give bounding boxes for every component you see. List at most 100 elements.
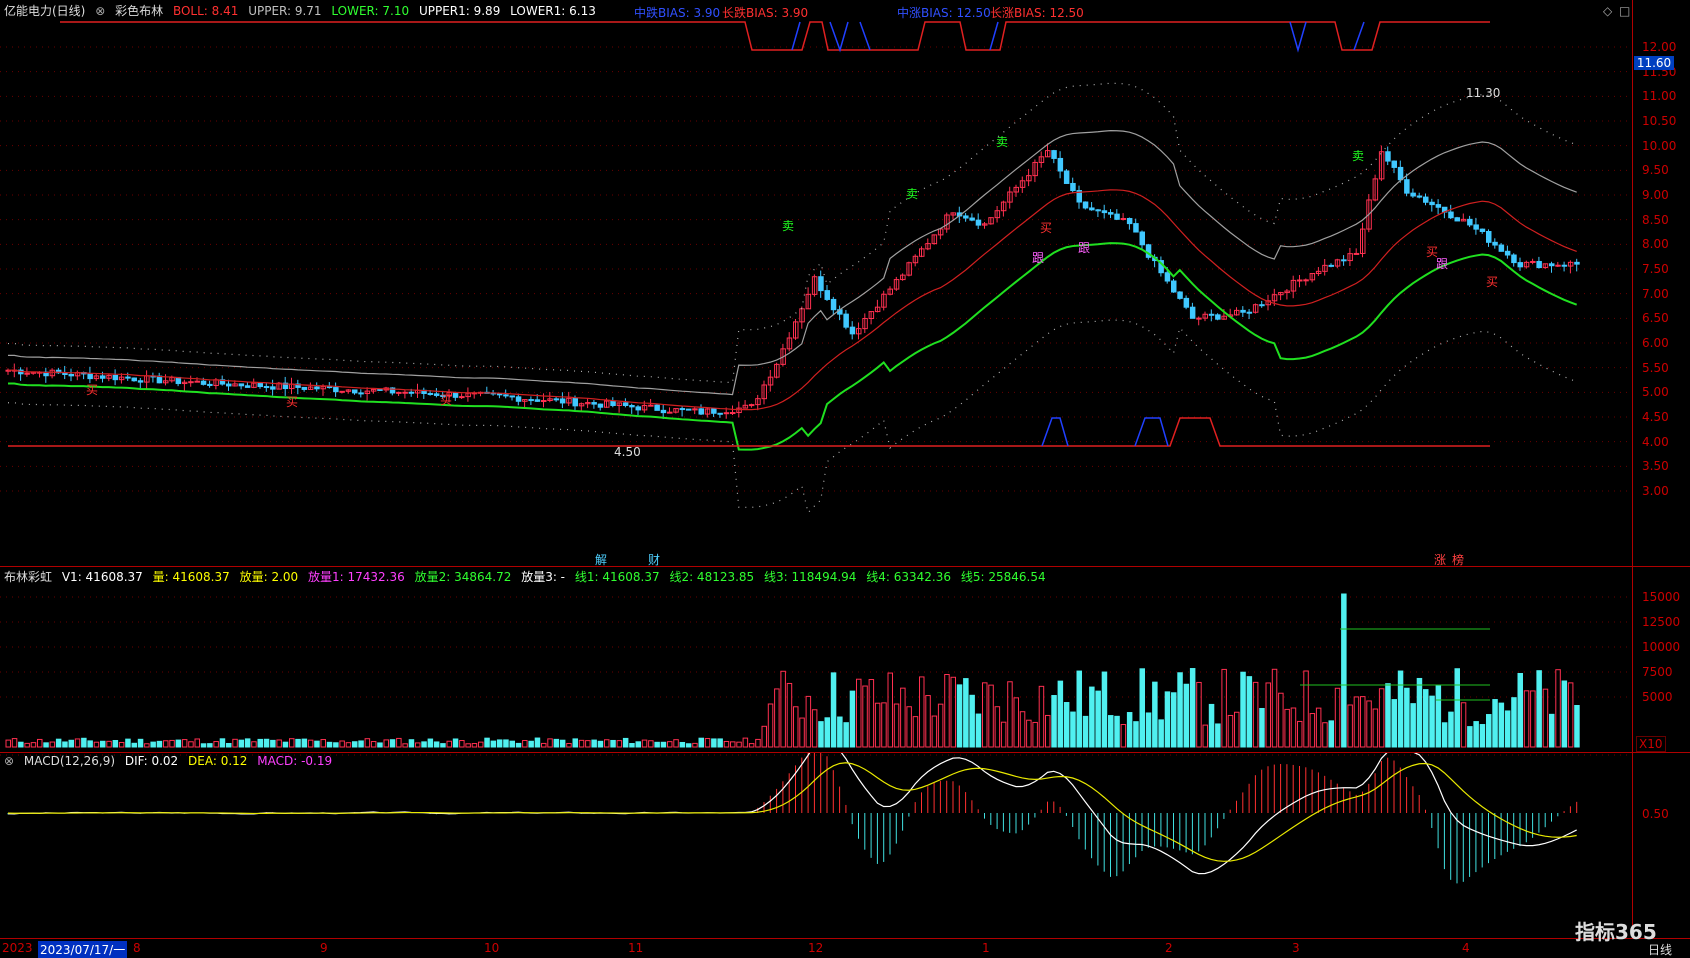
volume-bar: [679, 741, 686, 748]
volume-bar: [257, 738, 263, 748]
candle-body: [1561, 264, 1568, 267]
candle-body: [711, 408, 717, 414]
candle-body: [1492, 241, 1498, 246]
volume-bar: [1152, 681, 1158, 748]
candle-body: [597, 403, 604, 408]
volume-bar: [893, 703, 900, 748]
volume-bar: [522, 739, 528, 748]
signal-sell-marker: 卖: [996, 135, 1008, 149]
volume-bar: [144, 743, 150, 748]
volume-bar: [1290, 707, 1297, 748]
volume-bar: [440, 743, 446, 748]
volume-bar: [1252, 681, 1259, 748]
macd-pane[interactable]: ⊗ MACD(12,26,9) DIF: 0.02 DEA: 0.12 MACD…: [0, 753, 1632, 938]
candle-body: [975, 219, 982, 226]
candle-body: [1429, 201, 1435, 206]
volume-pane[interactable]: 布林彩虹 V1: 41608.37 量: 41608.37 放量: 2.00 放…: [0, 567, 1632, 753]
candle-body: [1486, 231, 1492, 243]
candle-body: [1101, 210, 1108, 214]
macd-axis: [1632, 753, 1690, 938]
volume-bar: [868, 679, 875, 748]
volume-bar: [1435, 685, 1442, 748]
candle-body: [1070, 182, 1076, 192]
volume-bar: [572, 738, 578, 748]
volume-bar: [11, 738, 18, 748]
volume-bar: [43, 742, 49, 748]
volume-bar: [276, 739, 282, 748]
candle-body: [509, 395, 515, 398]
candle-body: [969, 217, 975, 221]
price-tick: 4.50: [1642, 410, 1669, 424]
volume-bar: [1297, 720, 1303, 748]
candle-body: [1530, 260, 1536, 263]
volume-bar: [1467, 726, 1473, 748]
volume-bar: [421, 741, 427, 748]
volume-bar: [673, 739, 679, 748]
signal-sell-marker: 卖: [782, 219, 794, 233]
volume-bar: [635, 741, 641, 748]
volume-bar: [24, 742, 30, 748]
volume-bar: [811, 709, 818, 748]
volume-bar: [994, 706, 1001, 748]
volume-bar: [352, 741, 358, 748]
volume-bar: [263, 738, 270, 748]
volume-bar: [339, 740, 345, 748]
volume-bar: [975, 713, 982, 748]
volume-bar: [988, 684, 994, 748]
volume-bar: [301, 738, 308, 748]
volume-bar: [496, 739, 503, 748]
candle-body: [352, 389, 358, 394]
candle-body: [24, 372, 30, 375]
candle-body: [843, 313, 849, 328]
volume-bar: [244, 738, 251, 748]
volume-bar: [402, 743, 408, 748]
volume-bar: [131, 742, 137, 748]
candle-body: [515, 396, 522, 402]
candle-body: [1435, 204, 1442, 208]
price-tick: 8.50: [1642, 212, 1669, 227]
candle-body: [660, 409, 667, 414]
candle-body: [131, 377, 137, 382]
candle-body: [1341, 259, 1347, 262]
volume-bar: [717, 738, 723, 748]
price-tick: 9.50: [1642, 163, 1669, 178]
candle-body: [402, 391, 408, 394]
selected-date-box[interactable]: 2023/07/17/一: [38, 941, 128, 958]
volume-bar: [698, 737, 704, 748]
price-tick: 7.00: [1642, 286, 1669, 301]
volume-bar: [1013, 697, 1019, 748]
volume-bar: [610, 739, 616, 748]
price-chart-pane[interactable]: 亿能电力(日线) ⊗ 彩色布林 BOLL: 8.41 UPPER: 9.71 L…: [0, 0, 1632, 570]
volume-bar: [364, 738, 371, 748]
candle-body: [87, 373, 93, 380]
candle-body: [1511, 254, 1517, 264]
candle-body: [137, 380, 144, 383]
time-axis[interactable]: [0, 938, 1690, 958]
upper1-band-line: [7, 82, 1577, 384]
month-label: 10: [484, 941, 500, 955]
volume-bar: [843, 722, 849, 748]
candle-body: [824, 290, 830, 300]
candle-body: [1397, 166, 1404, 181]
candle-body: [1404, 179, 1410, 194]
long-up-bias-line: [60, 21, 1490, 51]
volume-bar: [937, 703, 944, 748]
volume-bar: [1284, 708, 1290, 748]
volume-bar: [490, 740, 497, 748]
volume-bar: [755, 738, 761, 748]
volume-bar: [459, 740, 465, 748]
candle-body: [1259, 304, 1265, 307]
volume-bar: [1183, 683, 1190, 748]
candle-body: [175, 376, 182, 385]
candle-body: [270, 386, 276, 390]
volume-bar: [887, 672, 893, 748]
signal-follow-marker: 跟: [1032, 251, 1044, 265]
candle-body: [1391, 160, 1397, 168]
candle-body: [1177, 291, 1183, 299]
volume-bar: [906, 706, 912, 748]
volume-bar: [181, 739, 188, 748]
volume-bar: [1019, 711, 1026, 748]
candle-body: [1240, 309, 1246, 313]
candle-body: [730, 412, 736, 415]
volume-bar: [963, 678, 969, 748]
